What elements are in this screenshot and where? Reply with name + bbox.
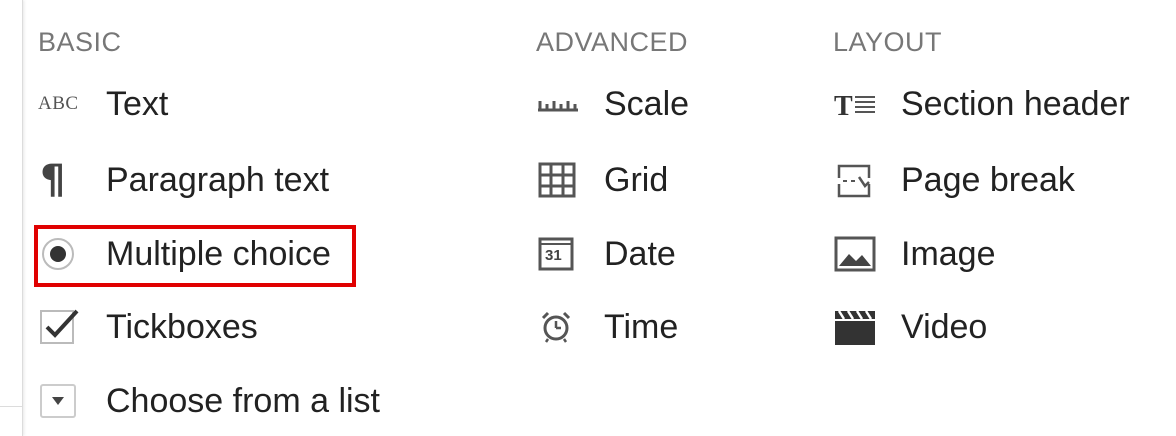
item-grid[interactable]: Grid (536, 152, 668, 208)
pilcrow-icon: ¶ (40, 157, 66, 203)
svg-text:T: T (834, 91, 853, 122)
scale-icon (536, 82, 580, 126)
item-video[interactable]: Video (833, 299, 987, 355)
left-panel-edge (0, 0, 23, 436)
panel-divider (0, 406, 22, 407)
item-paragraph-text[interactable]: ¶ Paragraph text (38, 152, 329, 208)
alarm-clock-icon (536, 305, 580, 349)
checkbox-icon (38, 305, 82, 349)
item-tickboxes-label: Tickboxes (106, 307, 258, 346)
abc-text-icon: ABC (38, 93, 79, 114)
item-text[interactable]: ABC Text (38, 76, 168, 132)
item-image-label: Image (901, 234, 996, 273)
item-time-label: Time (604, 307, 679, 346)
item-scale[interactable]: Scale (536, 76, 689, 132)
item-paragraph-text-label: Paragraph text (106, 160, 330, 199)
item-date-label: Date (604, 234, 676, 273)
grid-icon (536, 158, 580, 202)
image-icon (833, 232, 877, 276)
video-clapper-icon (833, 305, 877, 349)
calendar-icon: 31 (536, 232, 580, 276)
basic-heading: BASIC (38, 27, 122, 57)
page-break-icon (833, 158, 877, 202)
item-video-label: Video (901, 307, 988, 346)
item-text-label: Text (106, 84, 169, 123)
item-date[interactable]: 31 Date (536, 226, 676, 282)
item-page-break-label: Page break (901, 160, 1075, 199)
section-header-icon: T (833, 82, 877, 126)
layout-heading: LAYOUT (833, 27, 943, 57)
item-image[interactable]: Image (833, 226, 996, 282)
item-grid-label: Grid (604, 160, 669, 199)
item-page-break[interactable]: Page break (833, 152, 1075, 208)
item-tickboxes[interactable]: Tickboxes (38, 299, 258, 355)
dropdown-icon (38, 379, 82, 423)
multiple-choice-highlight (34, 225, 356, 287)
advanced-heading: ADVANCED (536, 27, 689, 57)
item-section-header[interactable]: T Section header (833, 76, 1130, 132)
item-scale-label: Scale (604, 84, 690, 123)
item-choose-from-list-label: Choose from a list (106, 381, 380, 420)
item-choose-from-list[interactable]: Choose from a list (38, 373, 380, 429)
item-section-header-label: Section header (901, 84, 1130, 123)
item-time[interactable]: Time (536, 299, 678, 355)
